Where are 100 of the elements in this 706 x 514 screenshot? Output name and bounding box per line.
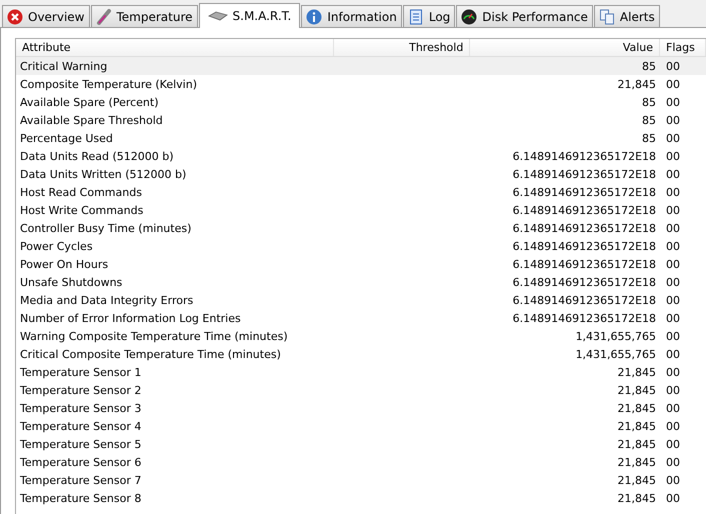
table-cell-text: Critical Composite Temperature Time (minutes) xyxy=(19,348,282,360)
table-row[interactable]: Media and Data Integrity Errors 6.1489146912365172E18 00 xyxy=(16,291,706,309)
table-row[interactable]: Power Cycles 6.1489146912365172E18 00 xyxy=(16,237,706,255)
table-cell-text: 00 xyxy=(665,438,682,450)
table-cell-text: Temperature Sensor 8 xyxy=(19,492,142,504)
tab[interactable]: Alerts xyxy=(594,5,660,27)
table-row[interactable]: Data Units Written (512000 b) 6.1489146912365172E18 00 xyxy=(16,165,706,183)
table-row[interactable]: Controller Busy Time (minutes) 6.1489146912365172E18 00 xyxy=(16,219,706,237)
table-cell-text: 00 xyxy=(665,186,682,198)
tab[interactable]: Temperature xyxy=(90,5,198,27)
table-cell-text: 85 xyxy=(641,114,658,126)
table-cell-text: Available Spare Threshold xyxy=(19,114,164,126)
table-cell-text: 21,845 xyxy=(616,474,658,486)
table-cell-text: 21,845 xyxy=(616,384,658,396)
table-cell-text: 6.1489146912365172E18 xyxy=(512,240,658,252)
table-cell-text: Number of Error Information Log Entries xyxy=(19,312,242,324)
column-header[interactable]: Attribute xyxy=(16,39,334,56)
table-cell-text: 00 xyxy=(665,366,682,378)
table-row[interactable]: Temperature Sensor 4 21,845 00 xyxy=(16,417,706,435)
table-row[interactable]: Critical Composite Temperature Time (minutes) 1,431,655,765 00 xyxy=(16,345,706,363)
table-cell-text: 21,845 xyxy=(616,78,658,90)
table-row[interactable]: Host Write Commands 6.1489146912365172E18 00 xyxy=(16,201,706,219)
table-cell-text: 1,431,655,765 xyxy=(574,348,658,360)
table-cell-text: Temperature Sensor 5 xyxy=(19,438,142,450)
table-row[interactable]: Percentage Used 85 00 xyxy=(16,129,706,147)
table-cell-text: 1,431,655,765 xyxy=(574,330,658,342)
table-cell-text: 00 xyxy=(665,168,682,180)
table-cell-text: 00 xyxy=(665,492,682,504)
table-cell-text: 21,845 xyxy=(616,492,658,504)
table-row[interactable]: Temperature Sensor 8 21,845 00 xyxy=(16,489,706,507)
table-cell-text: 6.1489146912365172E18 xyxy=(512,258,658,270)
table-cell-text: 00 xyxy=(665,312,682,324)
table-cell-text: Unsafe Shutdowns xyxy=(19,276,124,288)
table-row[interactable]: Temperature Sensor 2 21,845 00 xyxy=(16,381,706,399)
table-row[interactable]: Host Read Commands 6.1489146912365172E18 00 xyxy=(16,183,706,201)
table-cell-text: 21,845 xyxy=(616,402,658,414)
column-header[interactable]: Threshold xyxy=(334,39,470,56)
table-row[interactable]: Available Spare Threshold 85 00 xyxy=(16,111,706,129)
table-row[interactable]: Warning Composite Temperature Time (minutes) 1,431,655,765 00 xyxy=(16,327,706,345)
tab[interactable]: Disk Performance xyxy=(456,5,593,27)
table-row[interactable]: Number of Error Information Log Entries 6.1489146912365172E18 00 xyxy=(16,309,706,327)
table-cell-text: Host Write Commands xyxy=(19,204,144,216)
table-cell-text: 00 xyxy=(665,222,682,234)
table-cell-text: 85 xyxy=(641,60,658,72)
table-cell-text: 00 xyxy=(665,330,682,342)
table-row[interactable]: Power On Hours 6.1489146912365172E18 00 xyxy=(16,255,706,273)
table-row[interactable]: Temperature Sensor 7 21,845 00 xyxy=(16,471,706,489)
table-cell-text: 00 xyxy=(665,474,682,486)
table-cell-text: Controller Busy Time (minutes) xyxy=(19,222,192,234)
table-row[interactable]: Temperature Sensor 1 21,845 00 xyxy=(16,363,706,381)
table-row[interactable]: Critical Warning 85 00 xyxy=(16,57,706,75)
table-cell-text: 00 xyxy=(665,402,682,414)
table-cell-text: Temperature Sensor 6 xyxy=(19,456,142,468)
document-icon xyxy=(408,8,424,24)
table-cell-text: Power Cycles xyxy=(19,240,94,252)
table-row[interactable]: Temperature Sensor 5 21,845 00 xyxy=(16,435,706,453)
column-header[interactable]: Flags xyxy=(660,39,706,56)
tab[interactable]: Overview xyxy=(2,5,90,27)
table-cell-text: 00 xyxy=(665,276,682,288)
table-cell-text: 00 xyxy=(665,384,682,396)
table-cell-text: 00 xyxy=(665,78,682,90)
table-cell-text: 6.1489146912365172E18 xyxy=(512,312,658,324)
tab[interactable]: S.M.A.R.T. xyxy=(198,3,300,28)
table-cell-text: 00 xyxy=(665,420,682,432)
table-cell-text: Composite Temperature (Kelvin) xyxy=(19,78,198,90)
gauge-icon xyxy=(461,8,478,24)
tab[interactable]: Log xyxy=(402,5,456,27)
table-cell-text: 00 xyxy=(665,204,682,216)
column-header[interactable]: Value xyxy=(470,39,660,56)
table-cell-text: 21,845 xyxy=(616,366,658,378)
table-cell-text: Temperature Sensor 4 xyxy=(19,420,142,432)
table-cell-text: 00 xyxy=(665,132,682,144)
table-cell-text: 21,845 xyxy=(616,456,658,468)
table-cell-text: 6.1489146912365172E18 xyxy=(512,222,658,234)
table-row[interactable]: Unsafe Shutdowns 6.1489146912365172E18 00 xyxy=(16,273,706,291)
table-row[interactable]: Data Units Read (512000 b) 6.1489146912365172E18 00 xyxy=(16,147,706,165)
table-cell-text: Warning Composite Temperature Time (minutes) xyxy=(19,330,289,342)
table-cell-text: Temperature Sensor 3 xyxy=(19,402,142,414)
error-icon xyxy=(7,8,23,24)
table-cell-text: 00 xyxy=(665,96,682,108)
table-cell-text: Temperature Sensor 7 xyxy=(19,474,142,486)
table-row[interactable]: Available Spare (Percent) 85 00 xyxy=(16,93,706,111)
table-cell-text: Data Units Written (512000 b) xyxy=(19,168,188,180)
table-cell-text: Temperature Sensor 1 xyxy=(19,366,142,378)
table-cell-text: 00 xyxy=(665,150,682,162)
tab[interactable]: Information xyxy=(301,5,402,27)
thermometer-icon xyxy=(96,8,112,24)
pages-icon xyxy=(598,8,615,24)
table-row[interactable]: Temperature Sensor 3 21,845 00 xyxy=(16,399,706,417)
table-row[interactable]: Temperature Sensor 6 21,845 00 xyxy=(16,453,706,471)
table-cell-text: Temperature Sensor 2 xyxy=(19,384,142,396)
table-row[interactable]: Composite Temperature (Kelvin) 21,845 00 xyxy=(16,75,706,93)
table-cell-text: Power On Hours xyxy=(19,258,110,270)
table-cell-text: 00 xyxy=(665,348,682,360)
table-cell-text: Host Read Commands xyxy=(19,186,143,198)
table-cell-text: 6.1489146912365172E18 xyxy=(512,150,658,162)
table-cell-text: 00 xyxy=(665,294,682,306)
table-cell-text: 00 xyxy=(665,258,682,270)
table-cell-text: 00 xyxy=(665,456,682,468)
table-cell-text: 85 xyxy=(641,96,658,108)
